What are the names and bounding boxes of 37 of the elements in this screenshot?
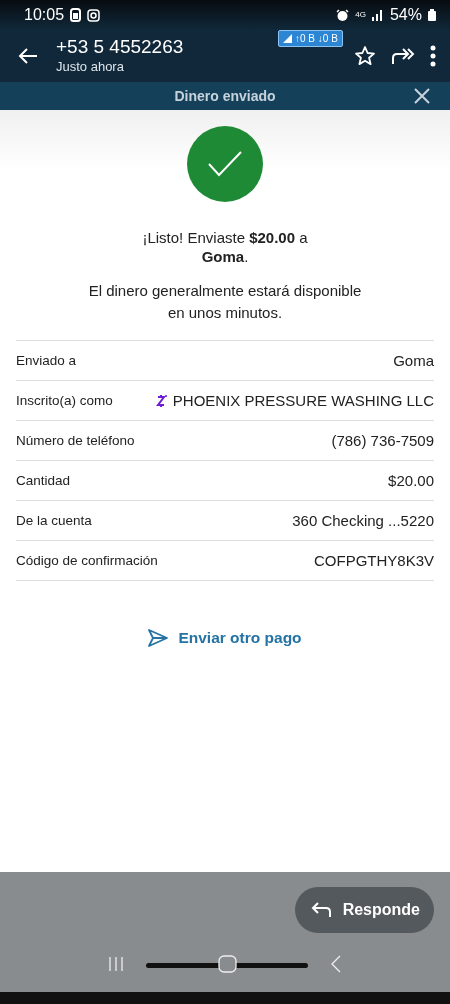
send-another-payment-link[interactable]: Enviar otro pago [144,625,306,651]
reply-button[interactable]: Responde [294,887,434,933]
availability-note: El dinero generalmente estará disponible en unos minutos. [87,281,363,323]
sheet-title: Dinero enviado [174,88,276,104]
detail-label: Inscrito(a) como [16,393,113,408]
camera-icon [87,8,101,22]
forward-icon[interactable] [390,46,416,66]
zelle-logo-icon [155,393,167,408]
star-icon[interactable] [354,45,376,67]
detail-label: Enviado a [16,353,77,368]
alarm-icon [336,8,350,22]
detail-value: PHOENIX PRESSURE WASHING LLC [172,392,434,409]
detail-value: $20.00 [388,472,434,489]
detail-value: COFPGTHY8K3V [313,552,434,569]
reply-arrow-icon [310,902,333,918]
confirmation-message: ¡Listo! Enviaste $20.00 a Goma. [141,228,309,266]
send-icon [148,629,169,647]
more-options-icon[interactable] [430,45,436,67]
speed-indicator: ↑0 B ↓0 B [278,30,343,47]
detail-label: Cantidad [16,473,71,488]
detail-label: Código de confirmación [16,553,158,568]
detail-label: Número de teléfono [16,433,135,448]
network-type: 4G [355,11,366,19]
detail-value: 360 Checking ...5220 [292,512,434,529]
status-time: 10:05 [24,6,65,24]
signal-icon [371,9,384,21]
close-icon[interactable] [414,88,430,104]
detail-value: Goma [393,352,434,369]
detail-label: De la cuenta [16,513,92,528]
back-nav-icon[interactable] [330,955,342,973]
contact-number: +53 5 4552263 [56,36,184,58]
battery-icon [428,9,436,21]
battery-level: 54% [389,6,422,24]
message-time: Justo ahora [56,58,124,76]
back-arrow-icon[interactable] [18,48,38,64]
detail-value: (786) 736-7509 [331,432,434,449]
home-bar-icon[interactable] [146,954,308,974]
